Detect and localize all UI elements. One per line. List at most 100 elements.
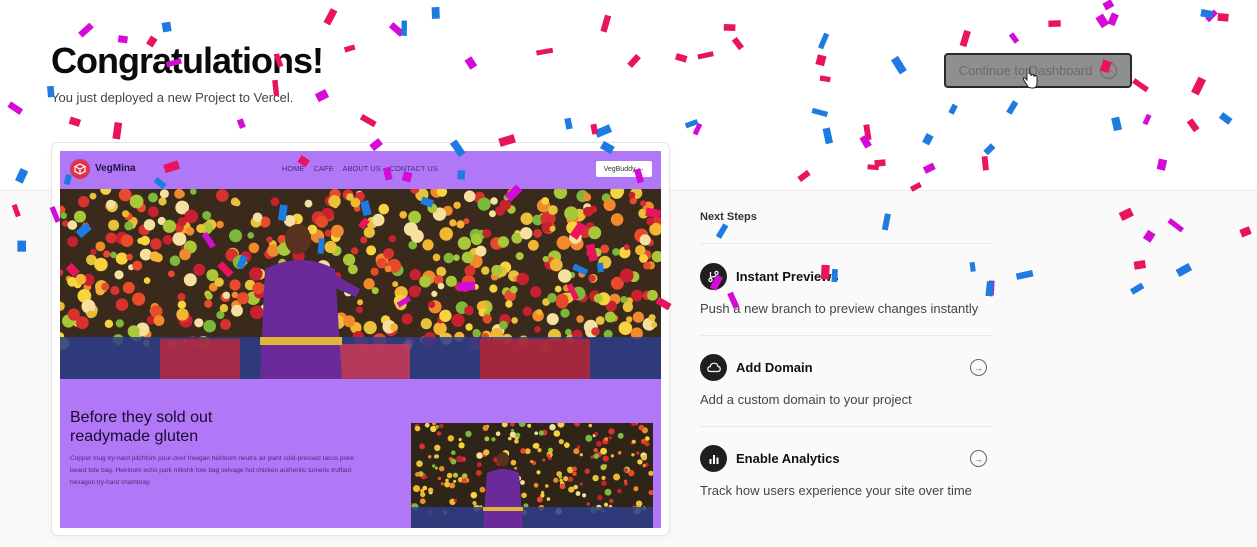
- fruit-shape: [148, 192, 158, 203]
- divider: [700, 426, 992, 427]
- deployment-preview-card[interactable]: VegMina HOME CAFE ABOUT US CONTACT US Ve…: [52, 143, 669, 535]
- fruit-shape: [453, 498, 458, 503]
- step-enable-analytics[interactable]: Enable Analytics → Track how users exper…: [700, 445, 992, 505]
- confetti-piece: [15, 167, 29, 184]
- fruit-shape: [415, 472, 420, 477]
- arrow-right-circle-icon[interactable]: →: [970, 359, 987, 376]
- fruit-shape: [588, 226, 602, 240]
- confetti-piece: [359, 114, 377, 128]
- step-add-domain[interactable]: Add Domain → Add a custom domain to your…: [700, 354, 992, 414]
- fruit-shape: [449, 482, 456, 489]
- fruit-shape: [590, 455, 594, 459]
- fruit-shape: [232, 255, 247, 269]
- fruit-shape: [610, 213, 624, 226]
- fruit-shape: [520, 212, 533, 225]
- fruit-shape: [115, 252, 128, 265]
- fruit-shape: [571, 286, 586, 301]
- fruit-shape: [533, 229, 542, 238]
- fruit-shape: [472, 501, 477, 506]
- confetti-piece: [78, 22, 94, 38]
- fruit-shape: [409, 269, 421, 281]
- confetti-piece: [536, 47, 554, 56]
- fruit-shape: [132, 260, 143, 271]
- fruit-shape: [608, 428, 615, 435]
- fruit-shape: [103, 250, 111, 258]
- fruit-shape: [602, 455, 609, 462]
- confetti-piece: [594, 124, 613, 138]
- fruit-shape: [193, 263, 206, 276]
- fruit-shape: [324, 229, 332, 237]
- fruit-shape: [465, 323, 473, 331]
- arrow-right-circle-icon[interactable]: →: [970, 450, 987, 467]
- fruit-shape: [530, 286, 542, 298]
- fruit-shape: [147, 206, 159, 218]
- bar-chart-icon: [700, 445, 727, 472]
- fruit-shape: [637, 459, 643, 465]
- fruit-shape: [603, 502, 609, 507]
- fruit-shape: [593, 448, 598, 453]
- fruit-shape: [481, 266, 490, 275]
- fruit-shape: [503, 194, 510, 201]
- fruit-shape: [456, 220, 465, 229]
- fruit-shape: [67, 236, 78, 247]
- fruit-shape: [115, 319, 124, 328]
- fruit-shape: [545, 484, 549, 488]
- fruit-shape: [588, 423, 593, 428]
- fruit-shape: [149, 251, 160, 262]
- fruit-shape: [451, 313, 465, 327]
- fruit-shape: [619, 268, 634, 283]
- step-title: Enable Analytics: [736, 451, 840, 466]
- fruit-shape: [419, 443, 425, 450]
- fruit-shape: [452, 472, 459, 478]
- fruit-shape: [384, 265, 392, 273]
- fruit-shape: [626, 316, 633, 323]
- fruit-shape: [432, 253, 441, 262]
- fruit-shape: [628, 469, 635, 477]
- fruit-shape: [252, 282, 265, 295]
- confetti-piece: [564, 117, 573, 130]
- fruit-shape: [476, 452, 483, 459]
- fruit-shape: [440, 482, 444, 486]
- fruit-shape: [86, 310, 95, 319]
- confetti-piece: [675, 53, 688, 63]
- fruit-shape: [464, 305, 474, 316]
- fruit-shape: [497, 236, 510, 248]
- fruit-shape: [383, 248, 394, 260]
- git-branch-icon: [700, 263, 727, 290]
- fruit-shape: [363, 278, 375, 290]
- step-title: Instant Previews: [736, 269, 839, 284]
- confetti-piece: [1205, 9, 1218, 23]
- step-instant-previews[interactable]: Instant Previews Push a new branch to pr…: [700, 263, 992, 323]
- confetti-piece: [627, 53, 641, 69]
- fruit-shape: [563, 476, 569, 482]
- continue-to-dashboard-button[interactable]: Continue to Dashboard →: [944, 53, 1132, 88]
- fruit-shape: [560, 308, 570, 318]
- confetti-piece: [1102, 0, 1115, 11]
- fruit-shape: [643, 261, 651, 270]
- confetti-piece: [948, 103, 958, 115]
- confetti-piece: [863, 124, 872, 141]
- fruit-shape: [635, 245, 646, 256]
- confetti-piece: [867, 164, 880, 171]
- fruit-shape: [598, 255, 612, 269]
- fruit-shape: [177, 293, 186, 301]
- fruit-shape: [104, 319, 114, 328]
- fruit-shape: [475, 470, 482, 476]
- confetti-piece: [1217, 13, 1229, 22]
- fruit-shape: [127, 325, 140, 338]
- fruit-shape: [78, 196, 90, 208]
- site-preview: VegMina HOME CAFE ABOUT US CONTACT US Ve…: [60, 151, 661, 528]
- fruit-shape: [110, 251, 117, 259]
- fruit-shape: [428, 455, 432, 459]
- hand-pointer-cursor-icon: [1022, 68, 1038, 89]
- fruit-shape: [538, 430, 544, 436]
- confetti-piece: [7, 101, 24, 115]
- fruit-shape: [651, 321, 658, 328]
- confetti-piece: [1006, 100, 1019, 115]
- fruit-shape: [464, 265, 476, 277]
- confetti-piece: [1095, 13, 1110, 29]
- fruit-shape: [456, 455, 463, 463]
- fruit-shape: [553, 477, 559, 483]
- fruit-shape: [534, 326, 541, 333]
- site-nav-links: HOME CAFE ABOUT US CONTACT US: [282, 164, 438, 173]
